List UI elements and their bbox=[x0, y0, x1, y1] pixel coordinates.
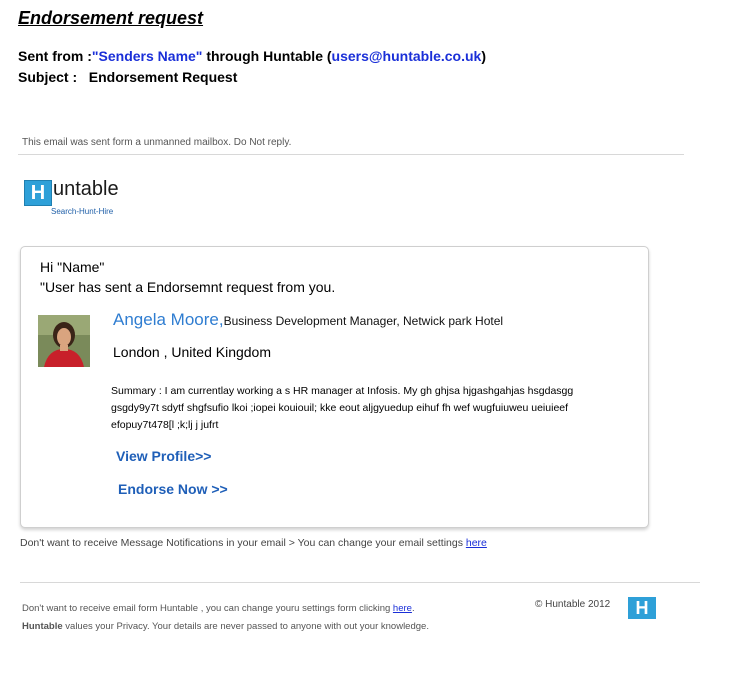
person-location: London , United Kingdom bbox=[113, 344, 271, 360]
logo-tagline: Search-Hunt-Hire bbox=[51, 207, 114, 216]
greeting: Hi "Name" bbox=[40, 259, 105, 275]
subject-label: Subject : bbox=[18, 69, 78, 85]
request-message: "User has sent a Endorsemnt request from… bbox=[40, 279, 336, 295]
subject-value: Endorsement Request bbox=[88, 69, 238, 85]
subject-line: Subject : Endorsement Request bbox=[18, 69, 237, 85]
sent-from-line: Sent from :"Senders Name" through Huntab… bbox=[18, 48, 486, 64]
top-divider bbox=[18, 154, 684, 155]
no-reply-notice: This email was sent form a unmanned mail… bbox=[22, 137, 292, 148]
person-title: Business Development Manager, Netwick pa… bbox=[223, 314, 504, 328]
notification-settings-link[interactable]: here bbox=[466, 537, 487, 549]
sent-through-text: through Huntable ( bbox=[202, 48, 332, 64]
profile-summary: Summary : I am currentlay working a s HR… bbox=[111, 385, 574, 431]
footer-line1-text: Don't want to receive email form Huntabl… bbox=[22, 603, 393, 614]
footer-unsubscribe-text: Don't want to receive email form Huntabl… bbox=[22, 603, 415, 614]
logo-wordmark: untable bbox=[53, 178, 119, 200]
person-name-line: Angela Moore,Business Development Manage… bbox=[113, 310, 503, 330]
notification-text: Don't want to receive Message Notificati… bbox=[20, 537, 466, 549]
email-title: Endorsement request bbox=[18, 8, 204, 28]
logo-h-mark: H bbox=[24, 180, 52, 206]
footer-divider bbox=[20, 582, 700, 583]
footer-settings-link[interactable]: here bbox=[393, 603, 412, 614]
person-name: Angela Moore, bbox=[113, 310, 224, 329]
sender-name: "Senders Name" bbox=[91, 48, 203, 64]
view-profile-link[interactable]: View Profile>> bbox=[116, 448, 211, 464]
huntable-logo: H untable Search-Hunt-Hire bbox=[24, 178, 136, 218]
footer-brand: Huntable bbox=[22, 621, 63, 632]
profile-photo-image bbox=[38, 315, 90, 367]
notification-settings-text: Don't want to receive Message Notificati… bbox=[20, 537, 487, 549]
profile-photo bbox=[38, 315, 90, 367]
sent-from-label: Sent from : bbox=[18, 48, 92, 64]
footer-line1-end: . bbox=[411, 603, 415, 614]
huntable-badge-icon: H bbox=[628, 597, 656, 619]
sent-close-paren: ) bbox=[481, 48, 486, 64]
footer-line2-text: values your Privacy. Your details are ne… bbox=[62, 621, 429, 632]
endorse-now-link[interactable]: Endorse Now >> bbox=[118, 481, 228, 497]
copyright-text: © Huntable 2012 bbox=[535, 599, 611, 610]
footer-privacy-text: Huntable values your Privacy. Your detai… bbox=[22, 621, 429, 632]
sender-email: users@huntable.co.uk bbox=[331, 48, 482, 64]
